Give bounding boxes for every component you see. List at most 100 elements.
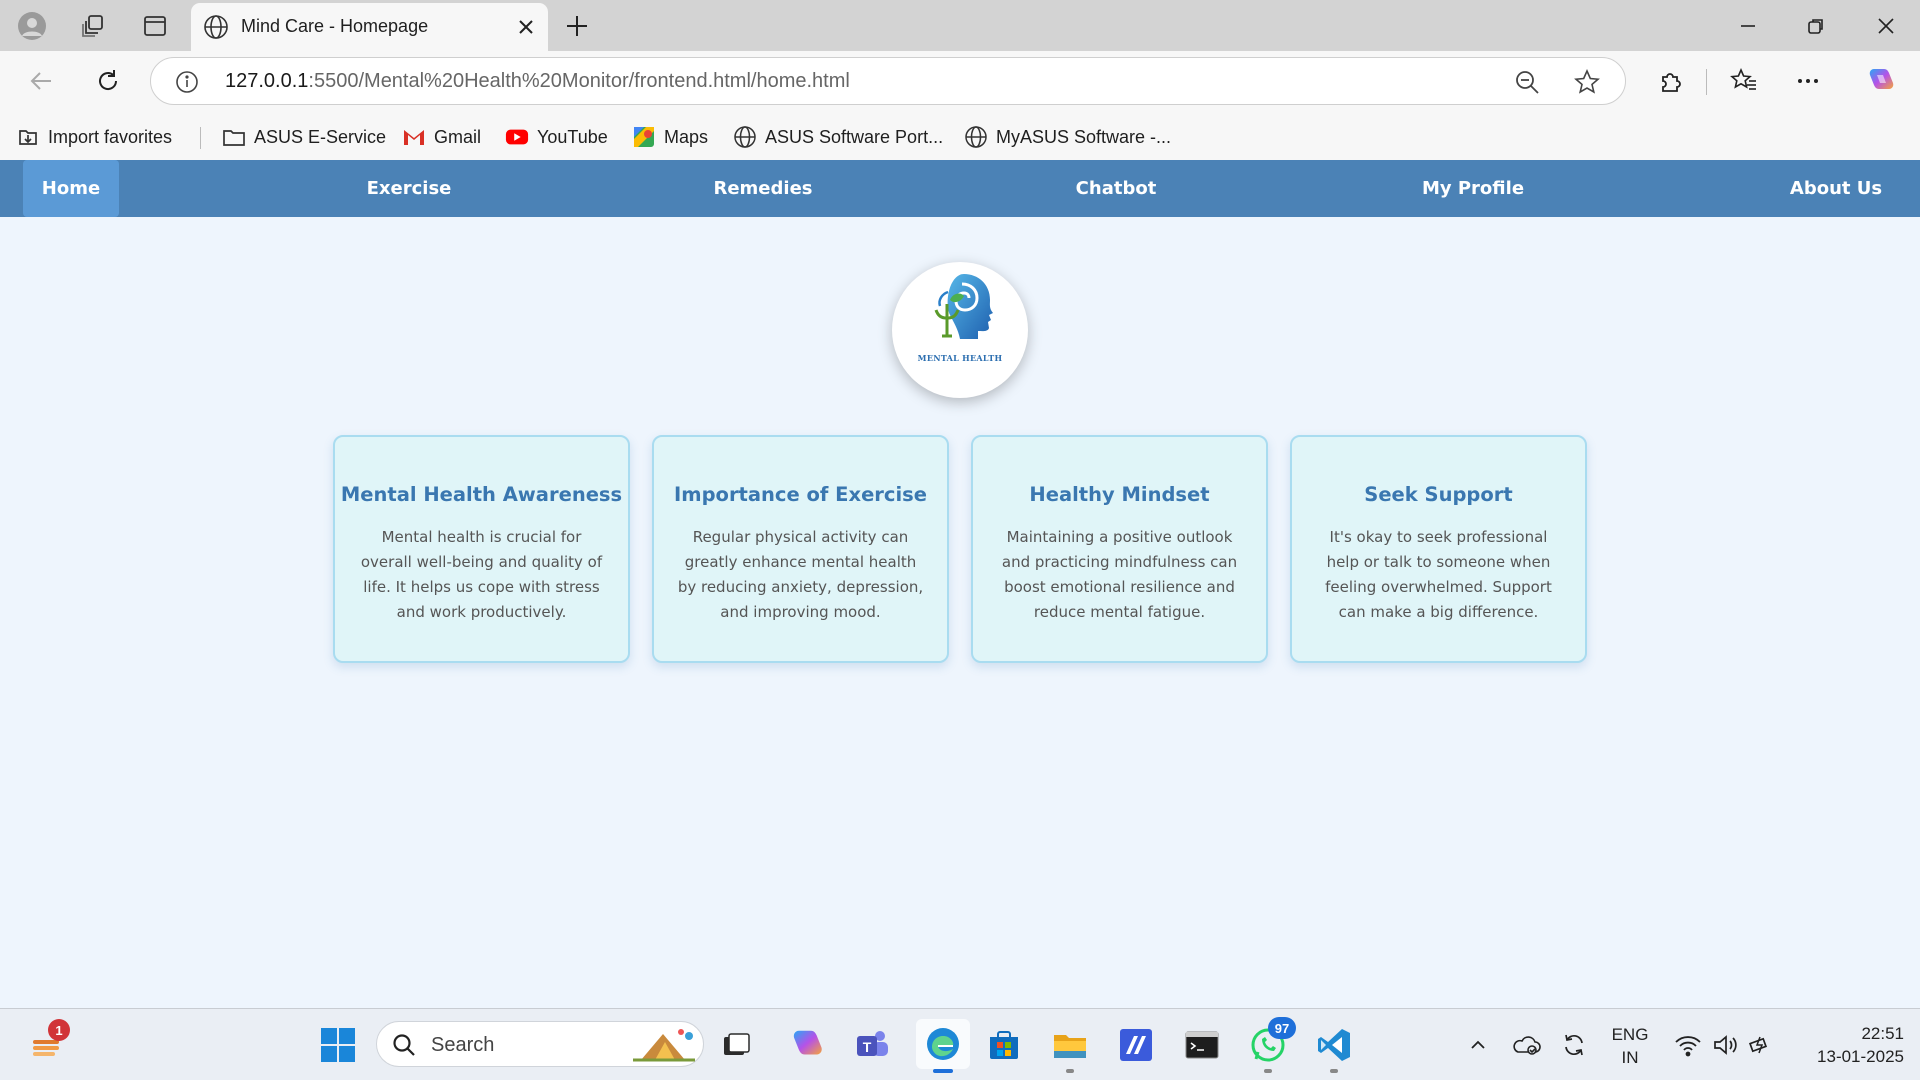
folder-icon [222,125,246,149]
fav-label: YouTube [537,126,608,147]
onedrive-icon[interactable] [1504,1023,1548,1067]
running-indicator [1066,1069,1074,1073]
workspaces-icon[interactable] [76,9,110,43]
globe-icon [203,14,229,40]
fav-label: Import favorites [48,126,173,147]
restore-icon[interactable] [1794,8,1838,44]
browser-toolbar: 127.0.0.1:5500/Mental%20Health%20Monitor… [0,51,1920,162]
battery-charging-icon[interactable] [1740,1023,1784,1067]
card-mental-health-awareness: Mental Health Awareness Mental health is… [333,435,630,663]
editor-app-icon[interactable] [1114,1023,1158,1067]
favorites-divider [200,127,201,149]
favorites-icon[interactable] [1724,61,1764,101]
whatsapp-badge: 97 [1268,1017,1296,1039]
profile-icon[interactable] [15,9,49,43]
extensions-icon[interactable] [1650,61,1690,101]
maps-icon [632,125,656,149]
copilot-app-icon[interactable] [784,1023,828,1067]
language-indicator[interactable]: ENG IN [1604,1023,1656,1069]
youtube-icon [505,125,529,149]
card-body: Maintaining a positive outlook and pract… [1001,528,1238,621]
fav-label: ASUS Software Port... [765,126,944,147]
task-view-icon[interactable] [714,1023,758,1067]
site-info-icon[interactable] [175,70,199,94]
main-nav: Home Exercise Remedies Chatbot My Profil… [0,160,1920,217]
language-code: ENG [1611,1025,1649,1044]
card-title: Seek Support [1364,483,1513,506]
language-region: IN [1621,1048,1639,1067]
card-body: Regular physical activity can greatly en… [677,528,924,621]
clock-date: 13-01-2025 [1817,1047,1904,1066]
sync-icon[interactable] [1552,1023,1596,1067]
tab-title: Mind Care - Homepage [241,16,429,36]
fav-myasus-software[interactable]: MyASUS Software -... [964,123,1171,151]
nav-home[interactable]: Home [23,160,119,217]
card-title: Healthy Mindset [1029,483,1210,506]
microsoft-store-icon[interactable] [982,1023,1026,1067]
search-icon [391,1032,417,1058]
widgets-badge: 1 [48,1019,70,1041]
running-indicator [1264,1069,1272,1073]
fav-label: Maps [664,126,709,147]
globe-icon [964,125,988,149]
close-window-icon[interactable] [1864,8,1908,44]
nav-my-profile[interactable]: My Profile [1418,160,1528,217]
taskbar-search[interactable]: Search [376,1021,704,1067]
fav-maps[interactable]: Maps [632,123,708,151]
fav-youtube[interactable]: YouTube [505,123,608,151]
import-icon [16,125,40,149]
edge-icon[interactable] [916,1019,970,1073]
nav-exercise[interactable]: Exercise [359,160,459,217]
url-host: 127.0.0.1 [225,70,309,92]
fav-import-favorites[interactable]: Import favorites [16,123,172,151]
card-importance-of-exercise: Importance of Exercise Regular physical … [652,435,949,663]
svg-text:T: T [863,1039,872,1055]
active-tab[interactable]: Mind Care - Homepage [191,3,548,51]
running-indicator [1330,1069,1338,1073]
globe-icon [733,125,757,149]
minimize-icon[interactable] [1726,8,1770,44]
address-bar[interactable]: 127.0.0.1:5500/Mental%20Health%20Monitor… [150,57,1626,105]
fav-label: Gmail [434,126,482,147]
clock[interactable]: 22:51 13-01-2025 [1786,1022,1904,1068]
favorite-star-icon[interactable] [1573,68,1601,96]
fav-label: MyASUS Software -... [996,126,1172,147]
file-explorer-icon[interactable] [1048,1023,1092,1073]
card-healthy-mindset: Healthy Mindset Maintaining a positive o… [971,435,1268,663]
toolbar-divider [1706,69,1707,95]
logo-caption: MENTAL HEALTH [917,353,1003,363]
url-path: :5500/Mental%20Health%20Monitor/frontend… [308,70,850,92]
show-hidden-icons-chevron-icon[interactable] [1456,1023,1500,1067]
copilot-icon[interactable] [1860,61,1900,101]
fav-gmail[interactable]: Gmail [402,123,481,151]
fav-asus-software-portal[interactable]: ASUS Software Port... [733,123,943,151]
nav-remedies[interactable]: Remedies [708,160,818,217]
search-placeholder: Search [431,1034,495,1056]
widgets-icon[interactable]: 1 [24,1019,70,1067]
whatsapp-icon[interactable]: 97 [1246,1017,1296,1073]
more-options-icon[interactable] [1788,61,1828,101]
clock-time: 22:51 [1861,1024,1904,1043]
teams-icon[interactable]: T [850,1023,894,1067]
card-title: Mental Health Awareness [340,483,623,506]
terminal-icon[interactable] [1180,1023,1224,1067]
fav-asus-eservice[interactable]: ASUS E-Service [222,123,386,151]
zoom-out-icon[interactable] [1513,68,1541,96]
fav-label: ASUS E-Service [254,126,387,147]
back-icon[interactable] [22,61,62,101]
card-body: Mental health is crucial for overall wel… [360,528,603,621]
head-silhouette-icon [934,274,993,339]
gmail-icon [402,125,426,149]
vertical-tabs-icon[interactable] [138,9,172,43]
close-tab-icon[interactable] [513,14,539,40]
nav-chatbot[interactable]: Chatbot [1063,160,1169,217]
start-icon[interactable] [316,1023,360,1067]
browser-tab-bar: Mind Care - Homepage [0,0,1920,51]
new-tab-icon[interactable] [560,9,594,43]
url-text: 127.0.0.1:5500/Mental%20Health%20Monitor… [225,70,850,93]
active-app-indicator [933,1069,953,1073]
nav-about-us[interactable]: About Us [1786,160,1886,217]
vscode-icon[interactable] [1312,1023,1356,1073]
search-highlight-icon [633,1029,695,1062]
refresh-icon[interactable] [88,61,128,101]
